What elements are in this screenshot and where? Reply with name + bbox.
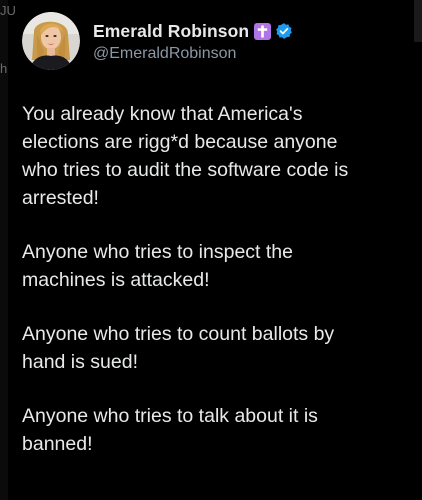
author-names: Emerald Robinson @EmeraldRobinson	[93, 19, 293, 63]
edge-fragment-left: h	[0, 61, 8, 76]
tweet-paragraph: Anyone who tries to count ballots by han…	[22, 323, 335, 373]
profile-photo	[22, 12, 80, 70]
tweet-paragraph: You already know that America's election…	[22, 103, 349, 209]
display-name[interactable]: Emerald Robinson	[93, 21, 249, 42]
display-name-row: Emerald Robinson	[93, 19, 293, 43]
verified-badge-icon	[275, 22, 293, 40]
tweet-text: You already know that America's election…	[22, 100, 414, 458]
edge-fragment-top: JU	[0, 3, 16, 18]
cross-icon	[254, 22, 272, 40]
tweet-paragraph: Anyone who tries to inspect the machines…	[22, 241, 293, 291]
tweet-header: Emerald Robinson @EmeraldRobinson	[22, 12, 293, 70]
tweet-screenshot: JU h Emerald Robinson @EmeraldRobinson Y…	[0, 0, 422, 500]
avatar[interactable]	[22, 12, 80, 70]
right-edge-strip	[414, 0, 422, 42]
tweet-paragraph: Anyone who tries to talk about it is ban…	[22, 405, 318, 455]
author-handle[interactable]: @EmeraldRobinson	[93, 45, 293, 63]
